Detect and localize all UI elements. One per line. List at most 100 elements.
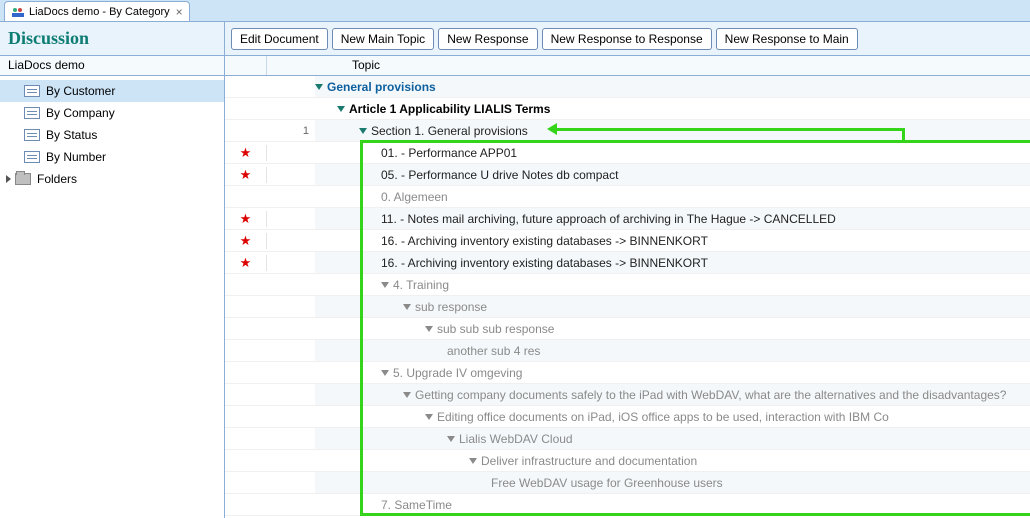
topic-cell: sub response xyxy=(315,296,1030,317)
topic-cell: 11. - Notes mail archiving, future appro… xyxy=(315,208,1030,229)
new-response-to-response-button[interactable]: New Response to Response xyxy=(542,28,712,50)
list-item[interactable]: 7. SameTime xyxy=(225,494,1030,516)
chevron-down-icon[interactable] xyxy=(425,326,433,332)
view-icon xyxy=(24,129,40,141)
column-header-row: LiaDocs demo Topic xyxy=(0,56,1030,76)
list-item[interactable]: sub response xyxy=(225,296,1030,318)
topic-cell: 7. SameTime xyxy=(315,494,1030,515)
sidebar-folders-label: Folders xyxy=(37,172,77,186)
toolbar: Edit Document New Main Topic New Respons… xyxy=(225,22,1030,55)
list-item[interactable]: 4. Training xyxy=(225,274,1030,296)
document-list: General provisions Article 1 Applicabilit… xyxy=(225,76,1030,518)
topic-text: 0. Algemeen xyxy=(381,190,448,204)
list-item[interactable]: ★ 16. - Archiving inventory existing data… xyxy=(225,252,1030,274)
topic-cell: Article 1 Applicability LIALIS Terms xyxy=(315,98,1030,119)
folder-icon xyxy=(15,173,31,185)
sidebar-item-label: By Company xyxy=(46,106,115,120)
edit-document-button[interactable]: Edit Document xyxy=(231,28,328,50)
chevron-down-icon[interactable] xyxy=(381,282,389,288)
topic-text: 7. SameTime xyxy=(381,498,452,512)
topic-text: 4. Training xyxy=(393,278,449,292)
topic-text: Getting company documents safely to the … xyxy=(415,388,1006,402)
view-icon xyxy=(24,151,40,163)
list-item[interactable]: ★ 01. - Performance APP01 xyxy=(225,142,1030,164)
close-icon[interactable]: × xyxy=(176,5,183,19)
new-main-topic-button[interactable]: New Main Topic xyxy=(332,28,434,50)
annotation-line xyxy=(902,131,905,143)
sidebar-folders[interactable]: Folders xyxy=(0,168,224,190)
tab-liadocs[interactable]: LiaDocs demo - By Category × xyxy=(4,1,190,21)
star-icon: ★ xyxy=(225,145,267,161)
list-item[interactable]: 0. Algemeen xyxy=(225,186,1030,208)
topic-cell: 05. - Performance U drive Notes db compa… xyxy=(315,164,1030,185)
topic-text: Article 1 Applicability LIALIS Terms xyxy=(349,102,550,116)
list-item[interactable]: Editing office documents on iPad, iOS of… xyxy=(225,406,1030,428)
row-number: 1 xyxy=(267,125,315,137)
chevron-down-icon[interactable] xyxy=(403,304,411,310)
list-item[interactable]: Getting company documents safely to the … xyxy=(225,384,1030,406)
new-response-button[interactable]: New Response xyxy=(438,28,537,50)
topic-text: General provisions xyxy=(327,80,436,94)
sidebar-item-label: By Customer xyxy=(46,84,115,98)
list-item[interactable]: General provisions xyxy=(225,76,1030,98)
chevron-right-icon xyxy=(6,175,11,183)
topic-cell: 4. Training xyxy=(315,274,1030,295)
star-icon: ★ xyxy=(225,255,267,271)
sidebar-item-by-company[interactable]: By Company xyxy=(0,102,224,124)
chevron-down-icon[interactable] xyxy=(447,436,455,442)
star-icon: ★ xyxy=(225,211,267,227)
topic-cell: General provisions xyxy=(315,76,1030,97)
topic-cell: 01. - Performance APP01 xyxy=(315,142,1030,163)
sidebar-item-by-customer[interactable]: By Customer xyxy=(0,80,224,102)
topic-cell: 5. Upgrade IV omgeving xyxy=(315,362,1030,383)
list-item[interactable]: Lialis WebDAV Cloud xyxy=(225,428,1030,450)
tab-label: LiaDocs demo - By Category xyxy=(29,6,170,18)
list-item[interactable]: another sub 4 res xyxy=(225,340,1030,362)
breadcrumb: LiaDocs demo xyxy=(0,56,225,75)
column-topic[interactable]: Topic xyxy=(267,56,1030,75)
chevron-down-icon[interactable] xyxy=(403,392,411,398)
topic-text: 16. - Archiving inventory existing datab… xyxy=(381,234,708,248)
list-item[interactable]: sub sub sub response xyxy=(225,318,1030,340)
chevron-down-icon[interactable] xyxy=(469,458,477,464)
topic-text: sub sub sub response xyxy=(437,322,554,336)
list-item[interactable]: Deliver infrastructure and documentation xyxy=(225,450,1030,472)
topic-cell: Getting company documents safely to the … xyxy=(315,384,1030,405)
people-icon xyxy=(11,5,25,19)
chevron-down-icon[interactable] xyxy=(315,84,323,90)
sidebar-item-by-number[interactable]: By Number xyxy=(0,146,224,168)
chevron-down-icon[interactable] xyxy=(425,414,433,420)
list-item[interactable]: ★ 05. - Performance U drive Notes db comp… xyxy=(225,164,1030,186)
topic-text: Section 1. General provisions xyxy=(371,124,528,138)
topic-text: sub response xyxy=(415,300,487,314)
list-item[interactable]: ★16. - Archiving inventory existing data… xyxy=(225,230,1030,252)
tab-bar: LiaDocs demo - By Category × xyxy=(0,0,1030,22)
new-response-to-main-button[interactable]: New Response to Main xyxy=(716,28,858,50)
topic-text: 05. - Performance U drive Notes db compa… xyxy=(381,168,618,182)
list-item[interactable]: ★ 11. - Notes mail archiving, future appr… xyxy=(225,208,1030,230)
topic-text: 5. Upgrade IV omgeving xyxy=(393,366,522,380)
star-icon: ★ xyxy=(225,167,267,183)
topic-cell: 16. - Archiving inventory existing datab… xyxy=(315,252,1030,273)
topic-text: 16. - Archiving inventory existing datab… xyxy=(381,256,708,270)
chevron-down-icon[interactable] xyxy=(337,106,345,112)
chevron-down-icon[interactable] xyxy=(381,370,389,376)
topic-text: Editing office documents on iPad, iOS of… xyxy=(437,410,889,424)
sidebar-item-label: By Number xyxy=(46,150,106,164)
list-item[interactable]: Free WebDAV usage for Greenhouse users xyxy=(225,472,1030,494)
topic-text: Deliver infrastructure and documentation xyxy=(481,454,697,468)
chevron-down-icon[interactable] xyxy=(359,128,367,134)
topic-cell: 0. Algemeen xyxy=(315,186,1030,207)
list-item[interactable]: 1 Section 1. General provisions xyxy=(225,120,1030,142)
topic-text: another sub 4 res xyxy=(447,344,540,358)
sidebar-item-label: By Status xyxy=(46,128,97,142)
sidebar-item-by-status[interactable]: By Status xyxy=(0,124,224,146)
topic-text: 01. - Performance APP01 xyxy=(381,146,517,160)
arrow-left-icon xyxy=(547,123,557,135)
list-item[interactable]: Article 1 Applicability LIALIS Terms xyxy=(225,98,1030,120)
sidebar: By CustomerBy CompanyBy StatusBy Number … xyxy=(0,76,225,518)
column-star xyxy=(225,56,267,75)
list-item[interactable]: 5. Upgrade IV omgeving xyxy=(225,362,1030,384)
topic-cell: 16. - Archiving inventory existing datab… xyxy=(315,230,1030,251)
topic-cell: another sub 4 res xyxy=(315,340,1030,361)
